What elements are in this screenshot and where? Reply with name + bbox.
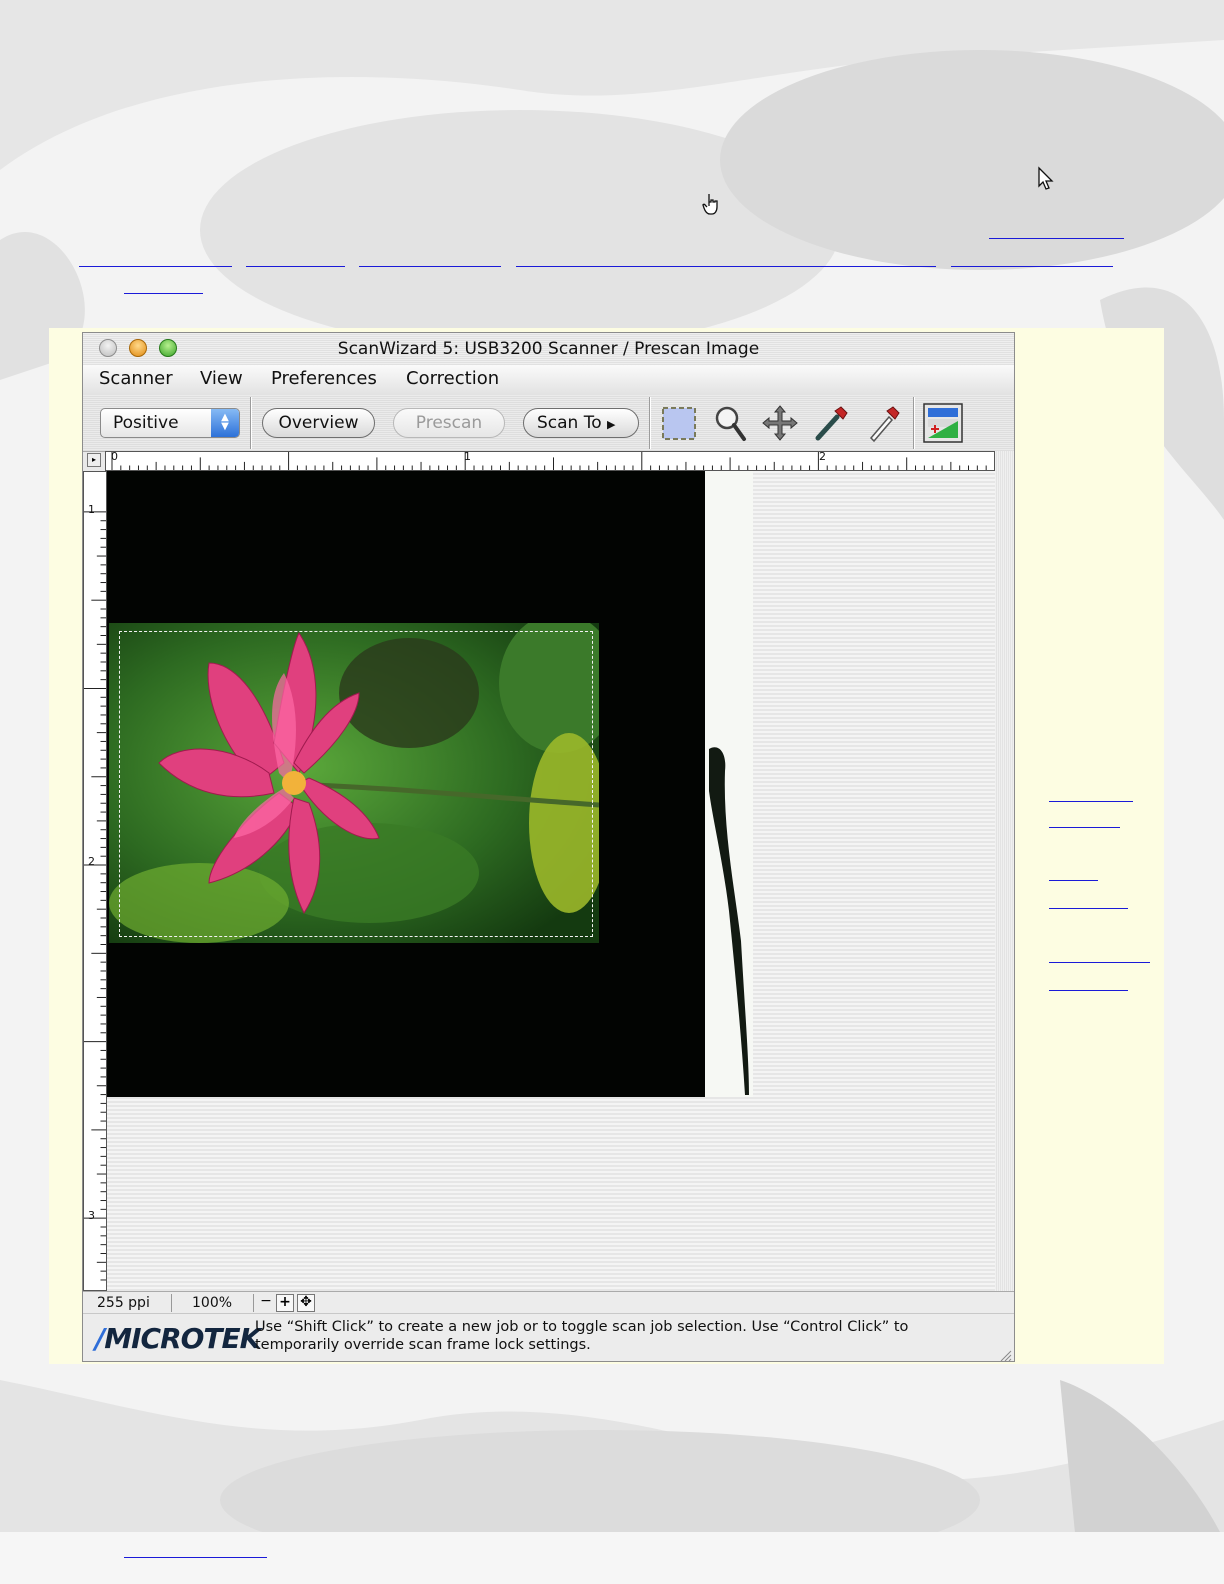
- toolbar-divider: [250, 397, 251, 449]
- status-bar: 255 ppi 100% − + ✥: [83, 1291, 1014, 1314]
- select-arrows-icon: ▲ ▼: [211, 409, 239, 437]
- ruler-mark-v2: 2: [88, 855, 95, 868]
- scan-to-button[interactable]: Scan To ▶: [523, 408, 639, 438]
- resolution-readout: 255 ppi: [97, 1295, 150, 1311]
- ruler-mark-2: 2: [819, 450, 826, 463]
- color-adjust-icon[interactable]: [923, 403, 963, 443]
- logo-slash: /: [95, 1322, 105, 1355]
- fit-view-button[interactable]: ✥: [297, 1294, 315, 1312]
- film-strip-edge: [705, 471, 753, 1097]
- scan-selection-frame[interactable]: [119, 631, 593, 937]
- menu-scanner[interactable]: Scanner: [99, 368, 173, 389]
- link-underline[interactable]: [124, 1557, 267, 1558]
- horizontal-ruler: [105, 451, 995, 471]
- link-underline[interactable]: [989, 238, 1124, 239]
- zoom-readout: 100%: [192, 1295, 233, 1311]
- link-underline[interactable]: [1049, 801, 1133, 802]
- zoom-in-button[interactable]: +: [276, 1294, 294, 1312]
- ruler-mark-v1: 1: [88, 503, 95, 516]
- scan-mode-value: Positive: [113, 413, 179, 433]
- ruler-mark-0: 0: [111, 450, 118, 463]
- title-bar[interactable]: ScanWizard 5: USB3200 Scanner / Prescan …: [83, 333, 1014, 366]
- status-divider: [171, 1294, 172, 1312]
- link-underline[interactable]: [1049, 962, 1150, 963]
- menu-bar: Scanner View Preferences Correction: [83, 365, 1014, 396]
- link-underline[interactable]: [1049, 990, 1128, 991]
- magnifier-icon[interactable]: [710, 403, 750, 443]
- link-underline[interactable]: [359, 266, 501, 267]
- prescan-canvas[interactable]: [107, 471, 995, 1291]
- help-hint-text: Use “Shift Click” to create a new job or…: [255, 1319, 909, 1353]
- link-underline[interactable]: [124, 293, 203, 294]
- hand-cursor-icon: [702, 194, 718, 215]
- brand-name: MICROTEK: [104, 1322, 261, 1355]
- scan-mode-select[interactable]: Positive ▲ ▼: [100, 408, 240, 438]
- scanwizard-window: ScanWizard 5: USB3200 Scanner / Prescan …: [82, 332, 1015, 1362]
- status-divider: [253, 1294, 254, 1312]
- arrow-cursor-icon: [1038, 166, 1054, 190]
- link-underline[interactable]: [79, 266, 232, 267]
- menu-preferences[interactable]: Preferences: [271, 368, 377, 389]
- menu-view[interactable]: View: [200, 368, 243, 389]
- vertical-scrollbar[interactable]: [995, 451, 1014, 1291]
- link-underline[interactable]: [516, 266, 936, 267]
- eyedropper-empty-icon[interactable]: [863, 403, 903, 443]
- link-underline[interactable]: [1049, 880, 1098, 881]
- ruler-origin-button[interactable]: ▸: [87, 453, 101, 467]
- overview-button[interactable]: Overview: [262, 408, 375, 438]
- link-underline[interactable]: [951, 266, 1113, 267]
- link-underline[interactable]: [1049, 827, 1120, 828]
- window-footer: /MICROTEK Use “Shift Click” to create a …: [83, 1313, 1014, 1362]
- menu-correction[interactable]: Correction: [406, 368, 499, 389]
- window-title: ScanWizard 5: USB3200 Scanner / Prescan …: [337, 339, 760, 359]
- link-underline[interactable]: [246, 266, 345, 267]
- resize-grip-icon[interactable]: [998, 1348, 1012, 1362]
- triangle-right-icon: ▶: [607, 418, 616, 431]
- scan-to-label: Scan To: [537, 413, 602, 433]
- vertical-ruler: [83, 471, 107, 1291]
- toolbar-divider: [913, 397, 914, 449]
- toolbar-divider: [649, 397, 650, 449]
- eyedropper-icon[interactable]: [811, 403, 851, 443]
- toolbar: Positive ▲ ▼ Overview Prescan Scan To ▶: [83, 395, 1014, 452]
- ruler-mark-1: 1: [464, 450, 471, 463]
- marquee-tool-icon[interactable]: [659, 403, 699, 443]
- link-underline[interactable]: [1049, 908, 1128, 909]
- zoom-out-button[interactable]: −: [257, 1294, 275, 1312]
- move-icon[interactable]: [760, 403, 800, 443]
- ruler-mark-v3: 3: [88, 1209, 95, 1222]
- prescan-button[interactable]: Prescan: [393, 408, 505, 438]
- microtek-logo: /MICROTEK: [95, 1322, 261, 1355]
